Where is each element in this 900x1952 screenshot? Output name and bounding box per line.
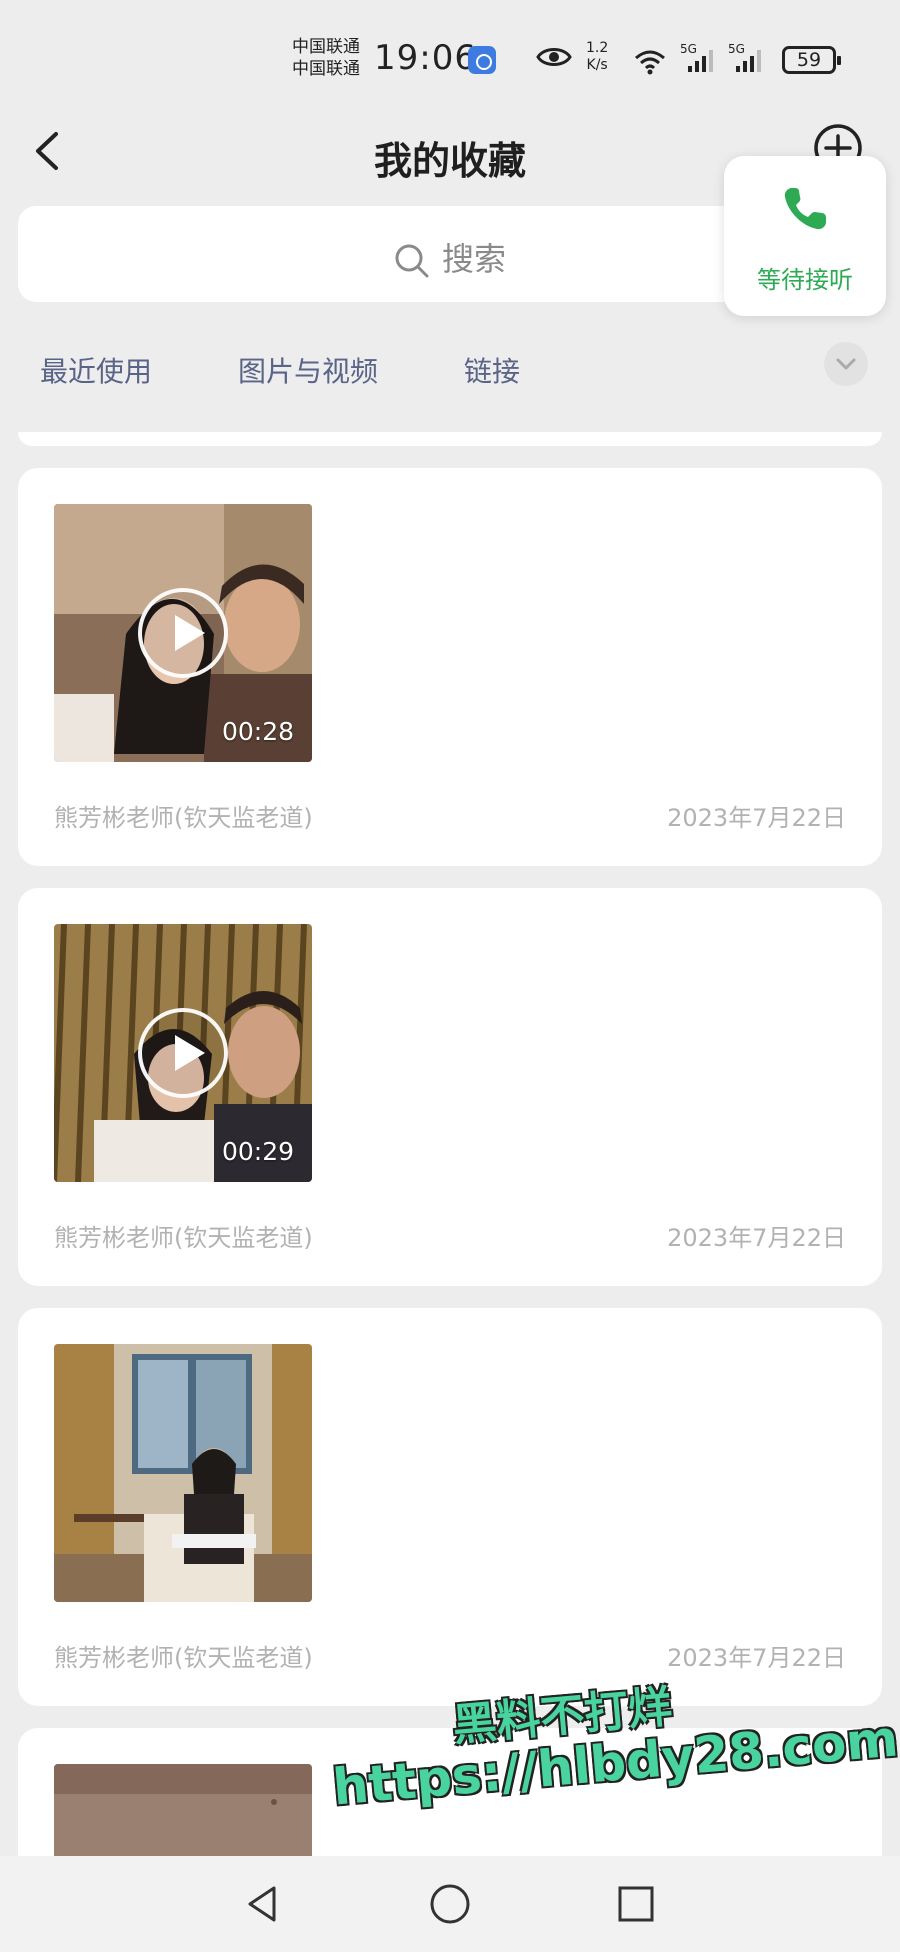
item-source: 熊芳彬老师(钦天监老道)	[54, 1224, 313, 1252]
previous-card-edge	[18, 432, 882, 446]
system-nav-bar	[0, 1856, 900, 1952]
favorite-item[interactable]: 熊芳彬老师(钦天监老道) 2023年7月22日	[18, 1308, 882, 1706]
battery-indicator: 59	[782, 46, 841, 74]
carrier-labels: 中国联通 中国联通	[292, 36, 360, 80]
net-speed-value: 1.2	[586, 40, 609, 56]
image-thumbnail[interactable]	[54, 1344, 312, 1602]
item-source: 熊芳彬老师(钦天监老道)	[54, 1644, 313, 1672]
network-speed: 1.2 K/s	[586, 40, 608, 74]
image-thumbnail[interactable]	[54, 1764, 312, 1856]
net-speed-unit: K/s	[586, 57, 608, 73]
video-thumbnail[interactable]: 00:29	[54, 924, 312, 1182]
search-placeholder: 搜索	[441, 240, 506, 278]
app-notification-icon	[468, 46, 496, 74]
carrier-1: 中国联通	[292, 37, 360, 57]
favorite-item[interactable]: 00:28 熊芳彬老师(钦天监老道) 2023年7月22日	[18, 468, 882, 866]
signal-1-icon: 5G	[680, 42, 720, 78]
wifi-icon	[635, 50, 665, 75]
signal-2-label: 5G	[728, 42, 745, 56]
favorite-item[interactable]: 00:29 熊芳彬老师(钦天监老道) 2023年7月22日	[18, 888, 882, 1286]
item-date: 2023年7月22日	[667, 1644, 846, 1672]
tab-links[interactable]: 链接	[464, 350, 520, 390]
back-triangle-icon[interactable]	[240, 1882, 284, 1926]
tabs-expand-button[interactable]	[824, 342, 868, 386]
item-date: 2023年7月22日	[667, 1224, 846, 1252]
tab-photos-videos[interactable]: 图片与视频	[238, 350, 378, 390]
video-duration: 00:28	[221, 717, 294, 746]
signal-1-label: 5G	[680, 42, 697, 56]
photo-image	[54, 1764, 312, 1856]
chevron-down-icon	[836, 358, 856, 370]
call-status-label: 等待接听	[757, 266, 853, 294]
call-popup[interactable]: 等待接听	[724, 156, 886, 316]
phone-icon	[784, 188, 826, 230]
tab-recent[interactable]: 最近使用	[40, 350, 152, 390]
carrier-2: 中国联通	[292, 59, 360, 79]
category-tabs: 最近使用 图片与视频 链接	[0, 342, 900, 400]
signal-2-icon: 5G	[728, 42, 768, 78]
search-icon	[395, 244, 429, 278]
home-circle-icon[interactable]	[428, 1882, 472, 1926]
video-duration: 00:29	[221, 1137, 294, 1166]
play-icon	[138, 588, 228, 678]
status-time: 19:06	[374, 38, 477, 78]
recents-square-icon[interactable]	[614, 1882, 658, 1926]
eye-comfort-icon	[536, 48, 572, 66]
item-source: 熊芳彬老师(钦天监老道)	[54, 804, 313, 832]
play-icon	[138, 1008, 228, 1098]
video-thumbnail[interactable]: 00:28	[54, 504, 312, 762]
item-date: 2023年7月22日	[667, 804, 846, 832]
photo-image	[54, 1344, 312, 1602]
status-bar: 中国联通 中国联通 19:06 1.2 K/s 5G 5G 59	[0, 0, 900, 100]
